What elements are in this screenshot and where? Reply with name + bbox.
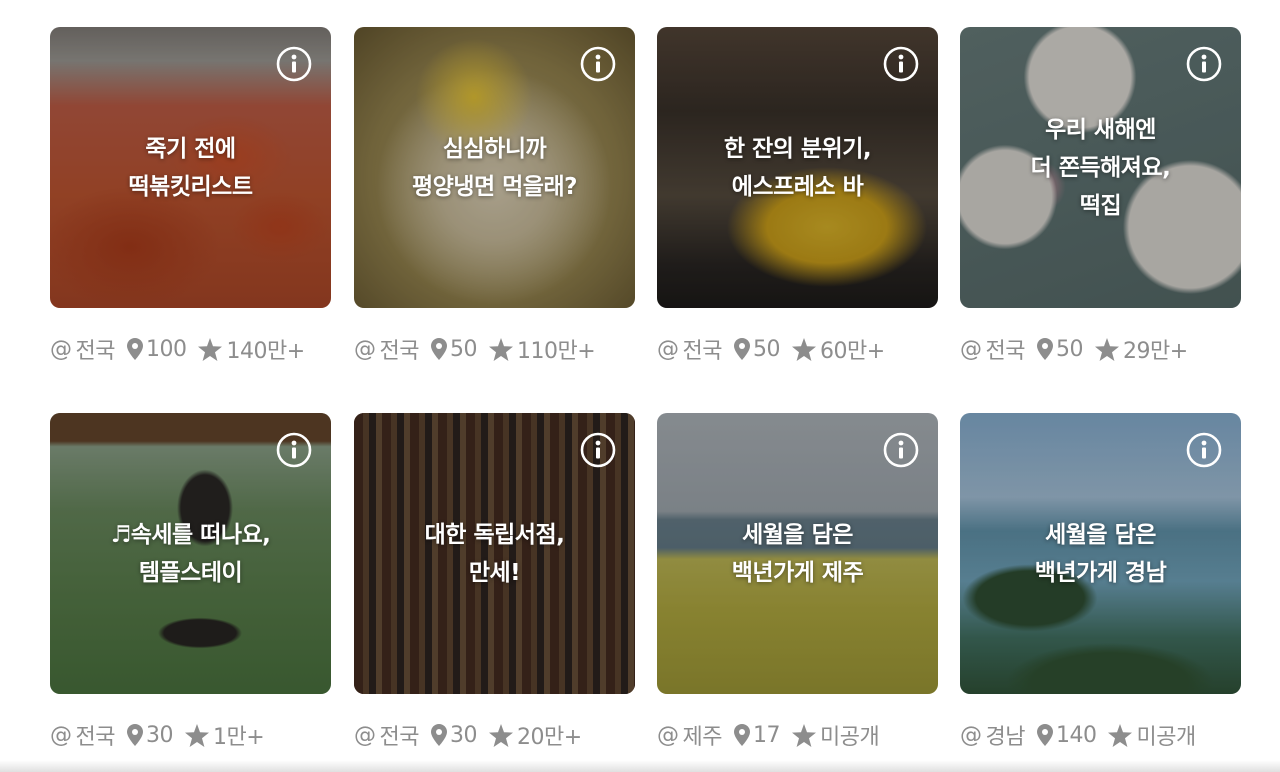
region-at-symbol: @ — [50, 336, 72, 362]
info-icon[interactable] — [883, 432, 919, 468]
save-count: 110만+ — [516, 339, 596, 364]
star-icon — [791, 723, 816, 747]
info-icon[interactable] — [883, 46, 919, 82]
region-at-symbol: @ — [50, 722, 72, 748]
save-count: 60만+ — [819, 339, 885, 364]
scroll-edge-shadow — [0, 760, 1280, 772]
card-meta: @ 전국 50 60만+ — [657, 334, 885, 365]
card-title: ♬속세를 떠나요, 템플스테이 — [110, 521, 271, 586]
card-meta: @ 제주 17 미공개 — [657, 720, 880, 751]
collection-card-naengmyeon[interactable]: 심심하니까 평양냉면 먹을래? — [354, 27, 635, 308]
region-label: 전국 — [75, 725, 116, 750]
collection-card-jeju-shops[interactable]: 세월을 담은 백년가게 제주 — [657, 413, 938, 694]
region-label: 경남 — [985, 725, 1026, 750]
card-title: 죽기 전에 떡볶킷리스트 — [128, 135, 253, 200]
info-icon[interactable] — [1186, 46, 1222, 82]
region-label: 제주 — [682, 725, 723, 750]
place-count: 50 — [449, 336, 478, 362]
card-title: 한 잔의 분위기, 에스프레소 바 — [723, 135, 872, 200]
place-count: 140 — [1055, 722, 1097, 748]
place-count: 50 — [1055, 336, 1084, 362]
card-title: 심심하니까 평양냉면 먹을래? — [412, 135, 577, 200]
star-icon — [488, 723, 513, 747]
region-at-symbol: @ — [657, 722, 679, 748]
place-count: 17 — [752, 722, 781, 748]
location-pin-icon — [430, 338, 447, 360]
location-pin-icon — [1036, 338, 1053, 360]
star-icon — [488, 337, 513, 361]
star-icon — [791, 337, 816, 361]
card-meta: @ 전국 30 1만+ — [50, 720, 265, 751]
info-icon[interactable] — [580, 46, 616, 82]
location-pin-icon — [126, 724, 143, 746]
info-icon[interactable] — [276, 46, 312, 82]
card-meta: @ 전국 50 110만+ — [354, 334, 596, 365]
collection-card-templestay[interactable]: ♬속세를 떠나요, 템플스테이 — [50, 413, 331, 694]
star-icon — [1108, 723, 1133, 747]
card-title: 대한 독립서점, 만세! — [424, 521, 565, 586]
collection-card-bookstore[interactable]: 대한 독립서점, 만세! — [354, 413, 635, 694]
save-count: 미공개 — [1136, 725, 1196, 750]
collection-card-tteok-shop[interactable]: 우리 새해엔 더 쫀득해져요, 떡집 — [960, 27, 1241, 308]
region-at-symbol: @ — [960, 722, 982, 748]
region-at-symbol: @ — [354, 722, 376, 748]
save-count: 29만+ — [1122, 339, 1188, 364]
star-icon — [1094, 337, 1119, 361]
info-icon[interactable] — [276, 432, 312, 468]
place-count: 30 — [449, 722, 478, 748]
card-meta: @ 전국 30 20만+ — [354, 720, 582, 751]
location-pin-icon — [1036, 724, 1053, 746]
collection-card-tteokbokki[interactable]: 죽기 전에 떡볶킷리스트 — [50, 27, 331, 308]
location-pin-icon — [733, 338, 750, 360]
info-icon[interactable] — [580, 432, 616, 468]
card-meta: @ 전국 50 29만+ — [960, 334, 1188, 365]
save-count: 1만+ — [212, 725, 265, 750]
save-count: 미공개 — [819, 725, 880, 750]
card-meta: @ 전국 100 140만+ — [50, 334, 305, 365]
location-pin-icon — [733, 724, 750, 746]
place-count: 30 — [145, 722, 174, 748]
region-at-symbol: @ — [960, 336, 982, 362]
save-count: 140만+ — [226, 339, 305, 364]
region-label: 전국 — [682, 339, 723, 364]
collection-card-espresso-bar[interactable]: 한 잔의 분위기, 에스프레소 바 — [657, 27, 938, 308]
card-title: 세월을 담은 백년가게 경남 — [1034, 521, 1167, 586]
place-count: 50 — [752, 336, 781, 362]
card-title: 우리 새해엔 더 쫀득해져요, 떡집 — [1030, 116, 1171, 219]
region-label: 전국 — [379, 339, 420, 364]
info-icon[interactable] — [1186, 432, 1222, 468]
region-label: 전국 — [985, 339, 1026, 364]
region-at-symbol: @ — [657, 336, 679, 362]
location-pin-icon — [430, 724, 447, 746]
card-meta: @ 경남 140 미공개 — [960, 720, 1196, 751]
star-icon — [184, 723, 209, 747]
save-count: 20만+ — [516, 725, 582, 750]
star-icon — [198, 337, 223, 361]
collection-card-gyeongnam-shops[interactable]: 세월을 담은 백년가게 경남 — [960, 413, 1241, 694]
region-label: 전국 — [379, 725, 420, 750]
region-at-symbol: @ — [354, 336, 376, 362]
location-pin-icon — [126, 338, 143, 360]
card-title: 세월을 담은 백년가게 제주 — [731, 521, 864, 586]
place-count: 100 — [145, 336, 187, 362]
region-label: 전국 — [75, 339, 116, 364]
